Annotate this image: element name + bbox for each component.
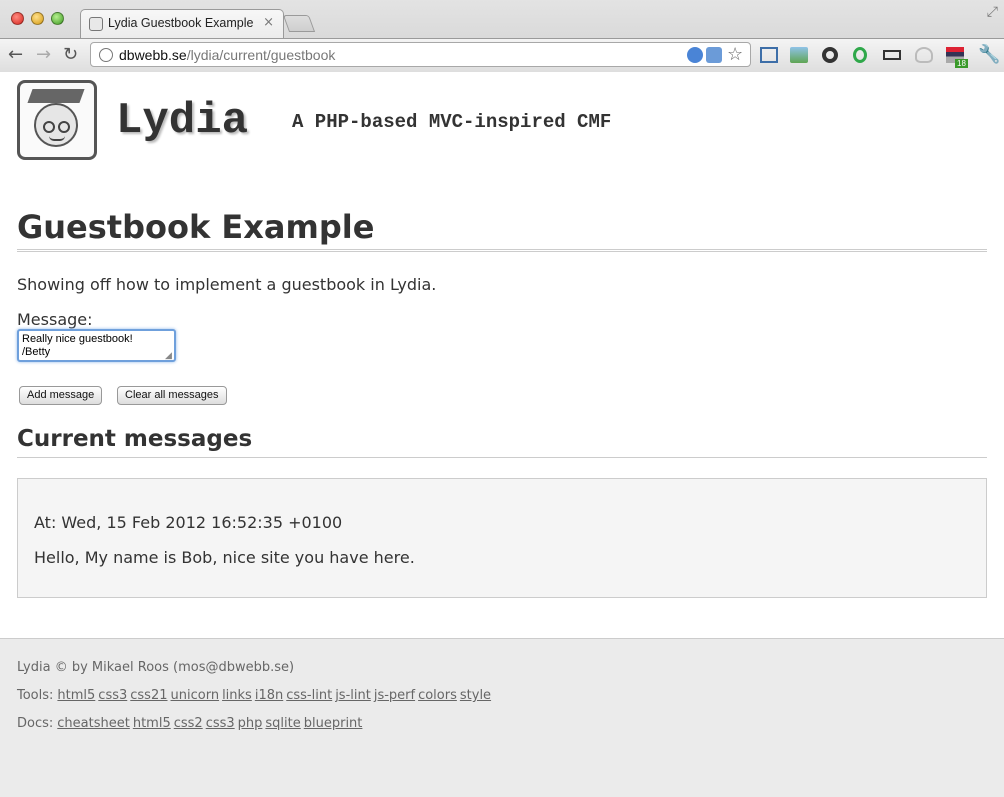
page-content: Lydia A PHP-based MVC-inspired CMF Guest… (0, 72, 1004, 797)
globe-icon (99, 48, 113, 62)
window-maximize-button[interactable] (51, 12, 64, 25)
logo-hat-shape (27, 89, 85, 103)
footer-doc-link[interactable]: sqlite (265, 716, 300, 731)
footer-doc-link[interactable]: css2 (174, 716, 203, 731)
browser-chrome: Lydia Guestbook Example × ⤢ ← → ↻ dbwebb… (0, 0, 1004, 72)
footer-tool-link[interactable]: links (222, 688, 252, 703)
footer-tool-link[interactable]: unicorn (171, 688, 220, 703)
footer-docs-label: Docs: (17, 716, 54, 731)
intro-text: Showing off how to implement a guestbook… (17, 275, 437, 294)
calendar-extension-icon[interactable] (706, 47, 722, 63)
message-body: Hello, My name is Bob, nice site you hav… (34, 548, 415, 567)
new-tab-button[interactable] (282, 15, 316, 32)
footer-tool-link[interactable]: css3 (98, 688, 127, 703)
logo-mouth (49, 136, 65, 141)
footer: Lydia © by Mikael Roos (mos@dbwebb.se) T… (0, 638, 1004, 797)
gear-extension-icon[interactable] (822, 47, 838, 63)
window-minimize-button[interactable] (31, 12, 44, 25)
footer-tool-link[interactable]: html5 (57, 688, 95, 703)
footer-tool-link[interactable]: css21 (130, 688, 167, 703)
screenshot-extension-icon[interactable] (790, 47, 808, 63)
reload-icon[interactable]: ↻ (63, 44, 78, 66)
site-logo[interactable] (17, 80, 97, 160)
tab-close-icon[interactable]: × (263, 15, 274, 30)
footer-docs: Docs: cheatsheet html5 css2 css3 php sqlite blu… (17, 716, 365, 731)
footer-doc-link[interactable]: css3 (206, 716, 235, 731)
favicon-icon (89, 17, 103, 31)
textarea-resize-handle[interactable]: ◢ (165, 351, 172, 361)
logo-face-shape (34, 103, 78, 147)
ghost-extension-icon[interactable] (915, 47, 933, 63)
wrench-menu-icon[interactable]: 🔧 (978, 44, 1000, 65)
messages-divider (17, 457, 987, 458)
messages-heading: Current messages (17, 426, 253, 452)
clear-messages-button[interactable]: Clear all messages (117, 386, 227, 405)
footer-tool-link[interactable]: colors (418, 688, 457, 703)
footer-tool-link[interactable]: style (460, 688, 491, 703)
url-text[interactable]: dbwebb.se/lydia/current/guestbook (119, 47, 335, 63)
footer-doc-link[interactable]: blueprint (304, 716, 363, 731)
footer-doc-link[interactable]: php (238, 716, 263, 731)
ruler-extension-icon[interactable] (883, 50, 901, 60)
message-entry: At: Wed, 15 Feb 2012 16:52:35 +0100 Hell… (17, 478, 987, 598)
window-close-button[interactable] (11, 12, 24, 25)
footer-doc-link[interactable]: html5 (133, 716, 171, 731)
footer-tool-link[interactable]: css-lint (286, 688, 332, 703)
page-title: Guestbook Example (17, 208, 375, 246)
fullscreen-icon[interactable]: ⤢ (987, 4, 998, 20)
address-bar[interactable]: dbwebb.se/lydia/current/guestbook ☆ (90, 42, 751, 67)
footer-tools: Tools: html5 css3 css21 unicorn links i18n css-… (17, 688, 494, 703)
window-resizer-extension-icon[interactable] (760, 47, 778, 63)
bookmark-star-icon[interactable]: ☆ (727, 44, 743, 65)
add-message-button[interactable]: Add message (19, 386, 103, 405)
footer-tool-link[interactable]: js-lint (335, 688, 371, 703)
message-label: Message: (17, 310, 93, 329)
title-divider (17, 249, 987, 252)
logo-eye-left (43, 121, 55, 133)
message-textarea[interactable]: Really nice guestbook! /Betty (17, 329, 176, 362)
browser-tab[interactable]: Lydia Guestbook Example × (80, 9, 284, 38)
footer-doc-link[interactable]: cheatsheet (57, 716, 130, 731)
site-slogan: A PHP-based MVC-inspired CMF (292, 111, 612, 133)
logo-eye-right (58, 121, 70, 133)
footer-tool-link[interactable]: i18n (255, 688, 283, 703)
message-timestamp: At: Wed, 15 Feb 2012 16:52:35 +0100 (34, 513, 343, 532)
footer-tools-label: Tools: (17, 688, 54, 703)
forward-arrow-icon[interactable]: → (36, 44, 51, 66)
extension-badge: 18 (955, 59, 968, 68)
ie-tab-extension-icon[interactable] (687, 47, 703, 63)
evernote-extension-icon[interactable] (853, 47, 867, 63)
tab-title: Lydia Guestbook Example (108, 16, 254, 30)
footer-copyright: Lydia © by Mikael Roos (mos@dbwebb.se) (17, 660, 295, 675)
footer-tool-link[interactable]: js-perf (374, 688, 415, 703)
site-title[interactable]: Lydia (116, 96, 248, 146)
navigation-bar: ← → ↻ dbwebb.se/lydia/current/guestbook … (0, 38, 1004, 72)
back-arrow-icon[interactable]: ← (8, 44, 23, 66)
